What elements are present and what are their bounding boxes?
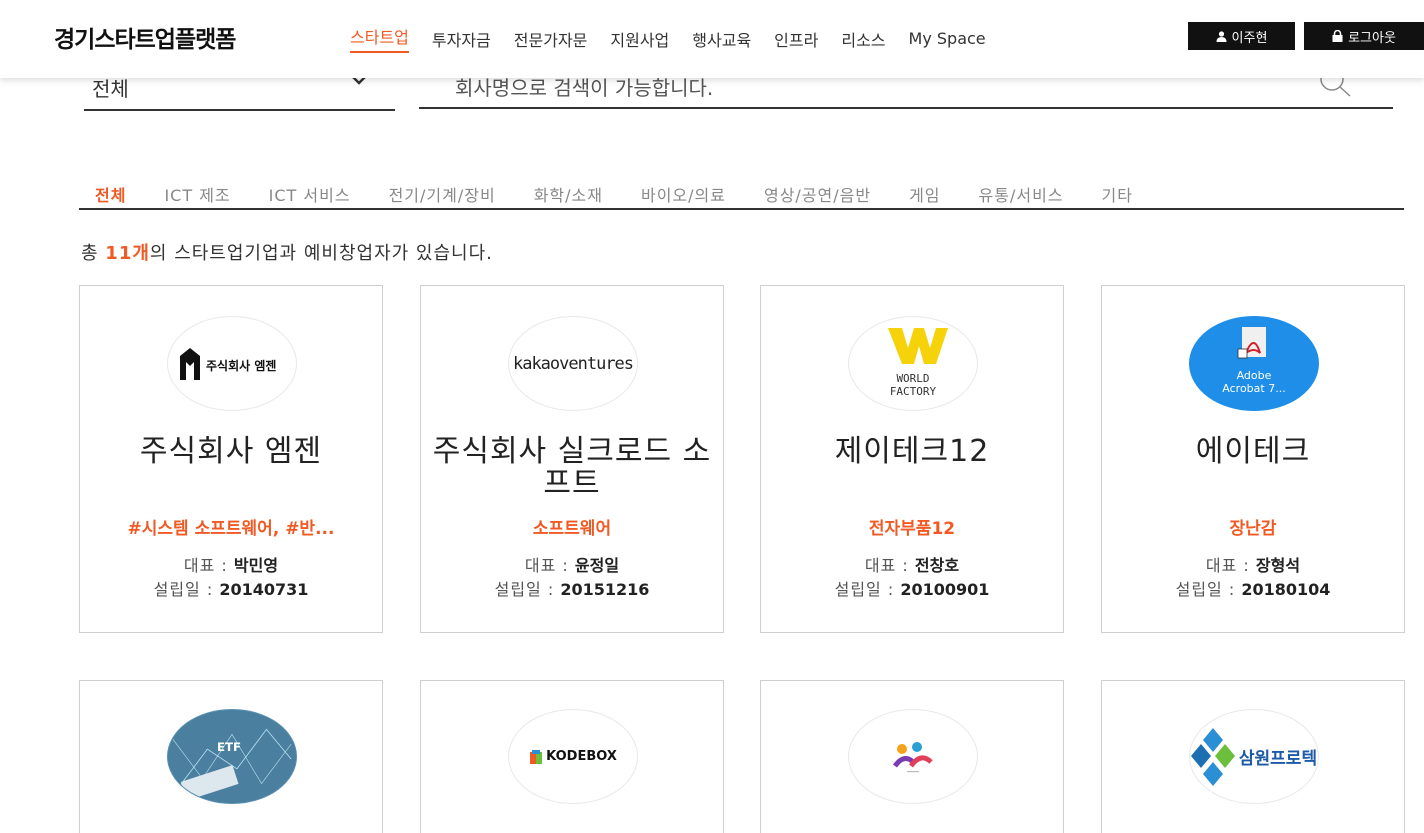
logout-label: 로그아웃: [1348, 30, 1396, 46]
colorful-figures-logo-icon: [893, 741, 933, 772]
etf-logo-icon: ETF: [168, 710, 296, 803]
company-ceo: 대표 : 장형석: [1102, 552, 1404, 576]
nav-events[interactable]: 행사교육: [692, 27, 751, 51]
company-founded: 설립일 : 20100901: [761, 576, 1063, 600]
company-tag: 소프트웨어: [532, 519, 612, 539]
company-card[interactable]: ETF: [79, 680, 383, 833]
nav-resource[interactable]: 리소스: [841, 27, 885, 51]
world-factory-logo-text: WORLD FACTORY: [890, 372, 937, 398]
tab-game[interactable]: 게임: [909, 170, 940, 208]
company-tag: 장난감: [1229, 519, 1277, 539]
founded-date: 20140731: [219, 580, 309, 599]
result-count: 총 11개의 스타트업기업과 예비창업자가 있습니다.: [81, 239, 493, 265]
founded-date: 20151216: [560, 580, 650, 599]
company-ceo: 대표 : 윤정일: [421, 552, 723, 576]
logout-button[interactable]: 로그아웃: [1304, 22, 1424, 50]
kodebox-logo-icon: [530, 749, 543, 764]
company-logo: kakaoventures: [508, 316, 638, 411]
acrobat-logo-text: Adobe Acrobat 7...: [1222, 369, 1285, 395]
samwon-logo-icon: [1190, 727, 1235, 786]
company-tag: 전자부품12: [868, 519, 956, 539]
count-suffix: 의 스타트업기업과 예비창업자가 있습니다.: [149, 243, 493, 264]
ceo-label: 대표 :: [864, 556, 915, 575]
company-card[interactable]: [760, 680, 1064, 833]
company-logo: WORLD FACTORY: [848, 316, 978, 411]
count-prefix: 총: [81, 243, 106, 264]
tab-ict-service[interactable]: ICT 서비스: [269, 170, 351, 208]
tab-distribution[interactable]: 유통/서비스: [979, 170, 1064, 208]
nav-consulting[interactable]: 전문가자문: [514, 27, 588, 51]
nav-infra[interactable]: 인프라: [774, 27, 818, 51]
company-tag: #시스템 소프트웨어, #반...: [127, 519, 335, 539]
tab-chemistry[interactable]: 화학/소재: [534, 170, 603, 208]
mzen-logo-icon: 주식회사 엠젠: [180, 347, 276, 380]
lock-icon: [1332, 30, 1343, 42]
nav-support[interactable]: 지원사업: [610, 27, 669, 51]
founded-label: 설립일 :: [494, 580, 561, 599]
founded-date: 20180104: [1241, 580, 1331, 599]
tab-all[interactable]: 전체: [95, 170, 126, 208]
top-header: 경기스타트업플랫폼 스타트업 투자자금 전문가자문 지원사업 행사교육 인프라 …: [0, 0, 1424, 78]
ceo-name: 장형석: [1255, 556, 1301, 575]
company-logo: Adobe Acrobat 7...: [1189, 316, 1319, 411]
company-founded: 설립일 : 20180104: [1102, 576, 1404, 600]
company-name: 주식회사 실크로드 소프트: [432, 434, 712, 501]
user-profile-button[interactable]: 이주현: [1188, 22, 1295, 50]
ceo-label: 대표 :: [183, 556, 234, 575]
company-logo: [848, 709, 978, 804]
company-card[interactable]: Adobe Acrobat 7... 에이테크 장난감 대표 : 장형석 설립일 …: [1101, 285, 1405, 633]
nav-my-space[interactable]: My Space: [909, 29, 986, 48]
nav-investment[interactable]: 투자자금: [432, 27, 491, 51]
count-number: 11개: [105, 243, 150, 264]
acrobat-logo-icon: Adobe Acrobat 7...: [1222, 326, 1286, 395]
company-ceo: 대표 : 박민영: [80, 552, 382, 576]
company-founded: 설립일 : 20140731: [80, 576, 382, 600]
category-tabs: 전체 ICT 제조 ICT 서비스 전기/기계/장비 화학/소재 바이오/의료 …: [79, 170, 1404, 210]
ceo-label: 대표 :: [1205, 556, 1256, 575]
ceo-name: 윤정일: [574, 556, 620, 575]
tab-bio-medical[interactable]: 바이오/의료: [641, 170, 726, 208]
nav-startup[interactable]: 스타트업: [350, 24, 409, 53]
ceo-name: 전창호: [914, 556, 960, 575]
founded-label: 설립일 :: [834, 580, 901, 599]
founded-label: 설립일 :: [153, 580, 220, 599]
company-ceo: 대표 : 전창호: [761, 552, 1063, 576]
company-name: 에이테크: [1195, 434, 1311, 469]
founded-label: 설립일 :: [1175, 580, 1242, 599]
company-card[interactable]: KODEBOX: [420, 680, 724, 833]
company-card[interactable]: 주식회사 엠젠 주식회사 엠젠 #시스템 소프트웨어, #반... 대표 : 박…: [79, 285, 383, 633]
world-factory-logo-icon: WORLD FACTORY: [888, 327, 948, 398]
user-icon: [1216, 30, 1227, 42]
mzen-logo-text: 주식회사 엠젠: [206, 358, 276, 373]
main-nav: 스타트업 투자자금 전문가자문 지원사업 행사교육 인프라 리소스 My Spa…: [350, 24, 1009, 53]
company-logo: ETF: [167, 709, 297, 804]
company-card[interactable]: kakaoventures 주식회사 실크로드 소프트 소프트웨어 대표 : 윤…: [420, 285, 724, 633]
company-logo: KODEBOX: [508, 709, 638, 804]
tab-electric-machinery[interactable]: 전기/기계/장비: [389, 170, 496, 208]
company-card[interactable]: 삼원프로텍: [1101, 680, 1405, 833]
tab-media[interactable]: 영상/공연/음반: [764, 170, 871, 208]
company-name: 제이테크12: [834, 434, 990, 469]
etf-logo-text: ETF: [217, 740, 241, 754]
user-name: 이주현: [1231, 30, 1268, 46]
company-card[interactable]: WORLD FACTORY 제이테크12 전자부품12 대표 : 전창호 설립일 …: [760, 285, 1064, 633]
kakaoventures-logo-text: kakaoventures: [512, 353, 634, 374]
company-founded: 설립일 : 20151216: [421, 576, 723, 600]
company-logo: 삼원프로텍: [1189, 709, 1319, 804]
founded-date: 20100901: [900, 580, 990, 599]
company-name: 주식회사 엠젠: [139, 434, 323, 469]
site-logo[interactable]: 경기스타트업플랫폼: [54, 20, 236, 54]
samwon-logo-text: 삼원프로텍: [1238, 749, 1318, 769]
ceo-label: 대표 :: [524, 556, 575, 575]
ceo-name: 박민영: [233, 556, 279, 575]
tab-etc[interactable]: 기타: [1102, 170, 1133, 208]
company-logo: 주식회사 엠젠: [167, 316, 297, 411]
tab-ict-manufacturing[interactable]: ICT 제조: [164, 170, 230, 208]
kodebox-logo-text: KODEBOX: [546, 749, 617, 764]
